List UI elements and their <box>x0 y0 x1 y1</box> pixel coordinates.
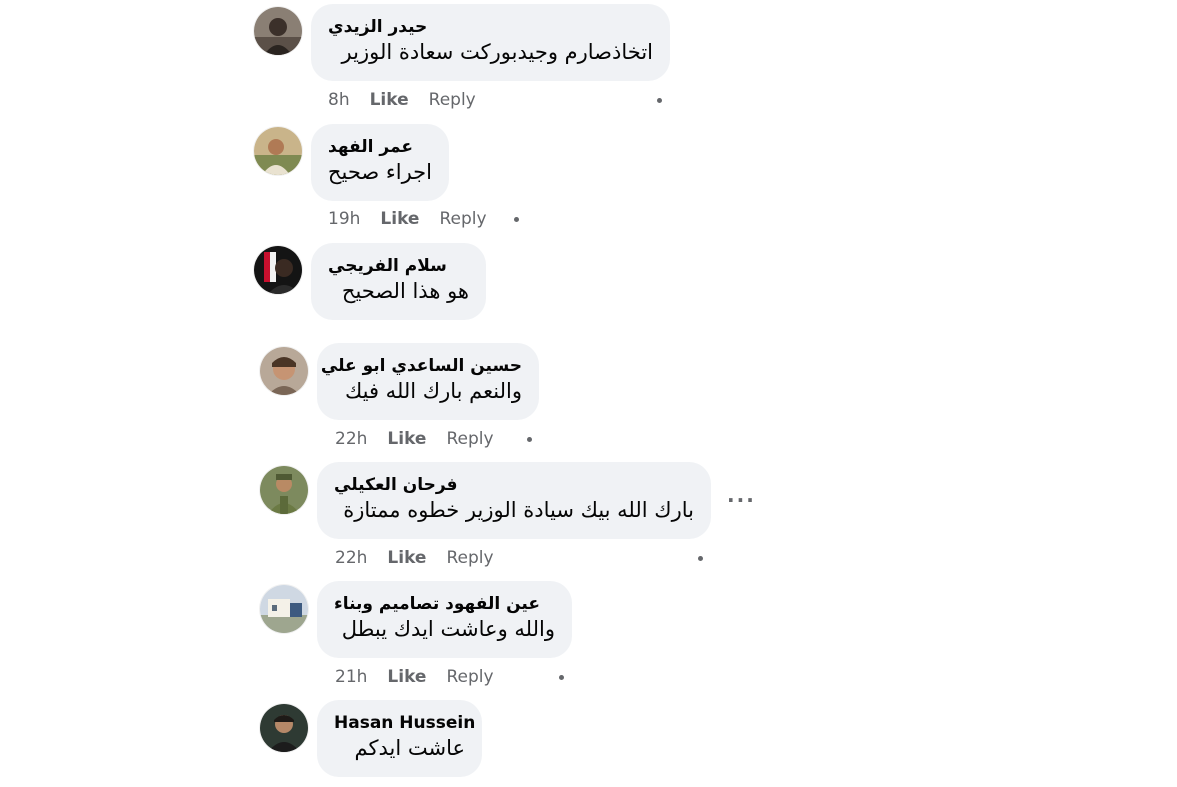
more-options-icon[interactable]: ··· <box>727 490 756 510</box>
comment-author[interactable]: حسين الساعدي ابو علي <box>321 355 522 377</box>
comment-actions: 22h Like Reply <box>335 428 494 450</box>
like-button[interactable]: Like <box>370 90 409 110</box>
comment-bubble: عمر الفهد اجراء صحيح <box>311 124 449 201</box>
comment-text: والله وعاشت ايدك يبطل <box>341 617 555 641</box>
comment-actions: 22h Like Reply <box>335 547 494 569</box>
separator-dot <box>514 217 519 222</box>
avatar[interactable] <box>260 347 308 395</box>
comment-bubble: سلام الفريجي هو هذا الصحيح <box>311 243 486 320</box>
comment-bubble: حيدر الزيدي اتخاذصارم وجيدبوركت سعادة ال… <box>311 4 670 81</box>
comment-text: هو هذا الصحيح <box>341 279 469 303</box>
reply-button[interactable]: Reply <box>446 429 493 449</box>
comment-author[interactable]: عين الفهود تصاميم وبناء <box>334 593 555 615</box>
comment-timestamp[interactable]: 22h <box>335 548 367 568</box>
reply-button[interactable]: Reply <box>439 209 486 229</box>
avatar[interactable] <box>254 246 302 294</box>
separator-dot <box>657 98 662 103</box>
like-button[interactable]: Like <box>387 429 426 449</box>
avatar[interactable] <box>254 127 302 175</box>
comment-actions: 8h Like Reply <box>328 89 476 111</box>
comment-text: والنعم بارك الله فيك <box>344 379 522 403</box>
like-button[interactable]: Like <box>380 209 419 229</box>
reply-button[interactable]: Reply <box>446 667 493 687</box>
separator-dot <box>698 556 703 561</box>
comment-bubble: Hasan Hussein عاشت ايدكم <box>317 700 482 777</box>
comment-author[interactable]: عمر الفهد <box>328 136 432 158</box>
comment-bubble: عين الفهود تصاميم وبناء والله وعاشت ايدك… <box>317 581 572 658</box>
like-button[interactable]: Like <box>387 548 426 568</box>
comment-author[interactable]: فرحان العكيلي <box>334 474 694 496</box>
comment-actions: 19h Like Reply <box>328 208 487 230</box>
avatar[interactable] <box>254 7 302 55</box>
avatar[interactable] <box>260 704 308 752</box>
like-button[interactable]: Like <box>387 667 426 687</box>
separator-dot <box>559 675 564 680</box>
comment-text: بارك الله بيك سيادة الوزير خطوه ممتازة <box>343 498 694 522</box>
reply-button[interactable]: Reply <box>429 90 476 110</box>
separator-dot <box>527 437 532 442</box>
comment-timestamp[interactable]: 8h <box>328 90 350 110</box>
comment-timestamp[interactable]: 21h <box>335 667 367 687</box>
avatar[interactable] <box>260 585 308 633</box>
comment-text: اتخاذصارم وجيدبوركت سعادة الوزير <box>341 40 653 64</box>
comment-timestamp[interactable]: 22h <box>335 429 367 449</box>
comment-text: عاشت ايدكم <box>354 736 466 760</box>
comment-text: اجراء صحيح <box>327 160 432 184</box>
comment-bubble: حسين الساعدي ابو علي والنعم بارك الله في… <box>317 343 539 420</box>
comment-timestamp[interactable]: 19h <box>328 209 360 229</box>
avatar[interactable] <box>260 466 308 514</box>
comment-author[interactable]: Hasan Hussein <box>334 712 475 734</box>
reply-button[interactable]: Reply <box>446 548 493 568</box>
comment-actions: 21h Like Reply <box>335 666 494 688</box>
comment-author[interactable]: حيدر الزيدي <box>328 16 653 38</box>
comment-author[interactable]: سلام الفريجي <box>328 255 469 277</box>
comment-bubble: فرحان العكيلي بارك الله بيك سيادة الوزير… <box>317 462 711 539</box>
